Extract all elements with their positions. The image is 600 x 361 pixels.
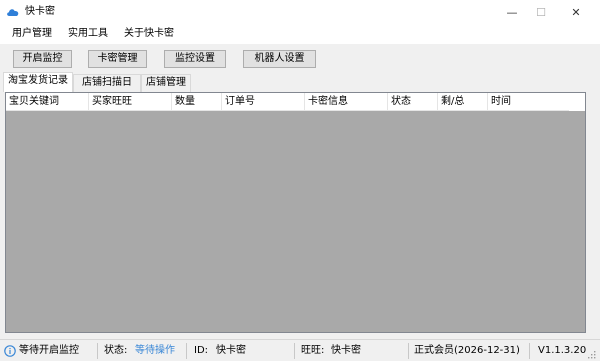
menu-about[interactable]: 关于快卡密 bbox=[124, 28, 174, 40]
membership-status: 正式会员(2026-12-31) bbox=[414, 345, 520, 356]
status-divider bbox=[186, 343, 187, 359]
wangwang-label: 旺旺: bbox=[301, 345, 325, 356]
version-label: V1.1.3.20 bbox=[538, 345, 587, 356]
close-icon: ✕ bbox=[571, 5, 581, 19]
column-header-remaining-total[interactable]: 剩/总 bbox=[438, 93, 488, 111]
menu-bar: 用户管理 实用工具 关于快卡密 bbox=[0, 24, 600, 44]
status-divider bbox=[408, 343, 409, 359]
window-title: 快卡密 bbox=[25, 6, 55, 17]
start-monitor-button[interactable]: 开启监控 bbox=[13, 50, 72, 68]
menu-user-management[interactable]: 用户管理 bbox=[12, 28, 52, 40]
id-label: ID: bbox=[194, 345, 209, 356]
tab-shop-management[interactable]: 店铺管理 bbox=[141, 74, 191, 92]
state-label: 状态: bbox=[104, 345, 128, 356]
cloud-icon bbox=[7, 9, 19, 16]
tab-shop-scan-log[interactable]: 店铺扫描日志 bbox=[73, 74, 141, 104]
column-header-quantity[interactable]: 数量 bbox=[172, 93, 222, 111]
robot-settings-button[interactable]: 机器人设置 bbox=[243, 50, 316, 68]
card-management-button[interactable]: 卡密管理 bbox=[88, 50, 147, 68]
column-header-order-number[interactable]: 订单号 bbox=[222, 93, 305, 111]
header-filler bbox=[569, 93, 585, 111]
monitor-settings-button[interactable]: 监控设置 bbox=[164, 50, 226, 68]
resize-grip-icon[interactable] bbox=[586, 349, 596, 359]
column-header-keyword[interactable]: 宝贝关键词 bbox=[6, 93, 89, 111]
table-header: 宝贝关键词 买家旺旺 数量 订单号 卡密信息 状态 剩/总 时间 bbox=[6, 93, 569, 111]
minimize-icon: — bbox=[506, 5, 518, 19]
delivery-records-table[interactable] bbox=[5, 92, 586, 333]
column-header-status[interactable]: 状态 bbox=[388, 93, 438, 111]
status-divider bbox=[97, 343, 98, 359]
id-value: 快卡密 bbox=[216, 345, 246, 356]
column-header-card-info[interactable]: 卡密信息 bbox=[305, 93, 388, 111]
column-header-buyer-wangwang[interactable]: 买家旺旺 bbox=[89, 93, 172, 111]
info-icon bbox=[4, 345, 16, 357]
wangwang-value: 快卡密 bbox=[331, 345, 361, 356]
status-divider bbox=[529, 343, 530, 359]
tab-taobao-delivery-log[interactable]: 淘宝发货记录 bbox=[3, 72, 73, 92]
status-bar: 等待开启监控 状态: 等待操作 ID: 快卡密 旺旺: 快卡密 正式会员(202… bbox=[0, 339, 600, 361]
close-button[interactable]: ✕ bbox=[559, 0, 593, 24]
menu-utilities[interactable]: 实用工具 bbox=[68, 28, 108, 40]
state-value: 等待操作 bbox=[135, 345, 175, 356]
maximize-icon: ☐ bbox=[536, 5, 546, 19]
title-bar: 快卡密 — ☐ ✕ bbox=[0, 0, 600, 24]
monitor-status-text: 等待开启监控 bbox=[19, 345, 79, 356]
column-header-time[interactable]: 时间 bbox=[488, 93, 569, 111]
status-divider bbox=[294, 343, 295, 359]
maximize-button[interactable]: ☐ bbox=[524, 0, 558, 24]
